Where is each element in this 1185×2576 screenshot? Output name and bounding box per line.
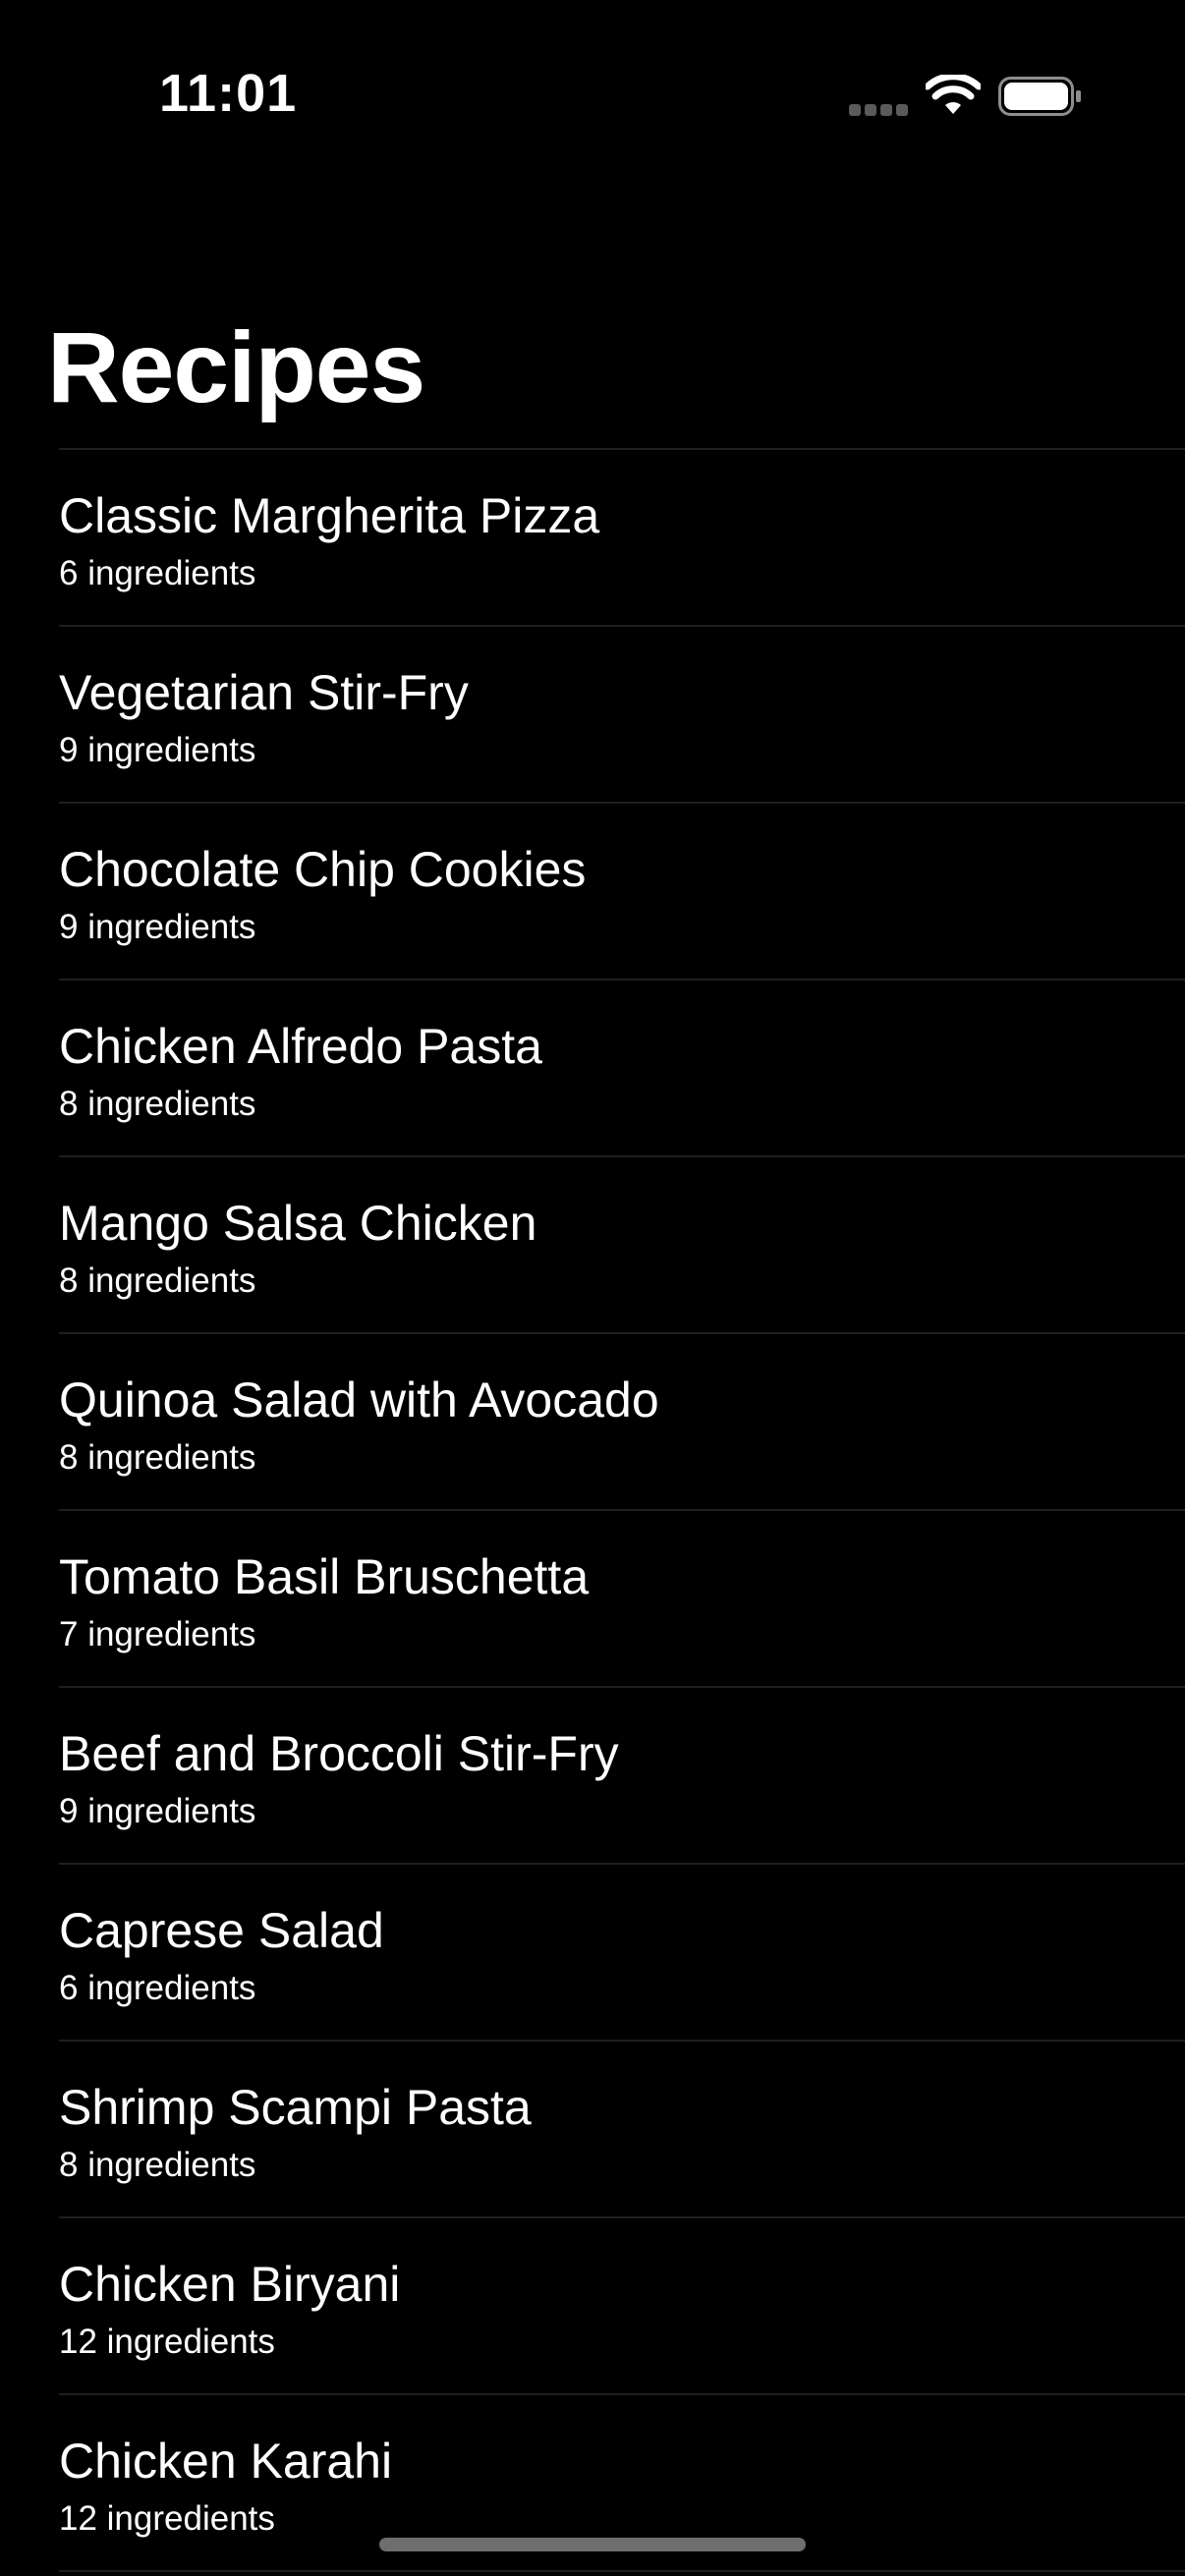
recipe-ingredient-count: 9 ingredients — [59, 731, 256, 769]
recipe-name: Shrimp Scampi Pasta — [59, 2080, 532, 2135]
page-title: Recipes — [47, 311, 425, 423]
recipe-ingredient-count: 12 ingredients — [59, 2499, 275, 2538]
recipe-row[interactable]: Chicken Biryani 12 ingredients — [59, 2218, 1185, 2395]
recipe-ingredient-count: 8 ingredients — [59, 1438, 256, 1477]
recipe-list: Classic Margherita Pizza 6 ingredients Veg… — [59, 448, 1185, 2572]
recipe-ingredient-count: 9 ingredients — [59, 908, 256, 946]
recipe-name: Chocolate Chip Cookies — [59, 842, 587, 897]
recipe-name: Beef and Broccoli Stir-Fry — [59, 1726, 619, 1781]
battery-icon — [998, 77, 1081, 116]
recipe-ingredient-count: 6 ingredients — [59, 1969, 256, 2007]
recipe-ingredient-count: 8 ingredients — [59, 2146, 256, 2184]
status-bar: 11:01 — [0, 0, 1185, 196]
recipe-row[interactable]: Caprese Salad 6 ingredients — [59, 1865, 1185, 2042]
recipe-ingredient-count: 6 ingredients — [59, 554, 256, 592]
recipe-name: Caprese Salad — [59, 1903, 384, 1958]
recipe-name: Tomato Basil Bruschetta — [59, 1549, 590, 1604]
recipe-name: Chicken Karahi — [59, 2434, 393, 2489]
recipe-name: Chicken Alfredo Pasta — [59, 1019, 542, 1074]
recipe-ingredient-count: 8 ingredients — [59, 1085, 256, 1123]
recipe-name: Vegetarian Stir-Fry — [59, 665, 469, 720]
status-time: 11:01 — [159, 64, 298, 123]
recipe-ingredient-count: 7 ingredients — [59, 1615, 256, 1653]
cellular-signal-icon — [849, 104, 908, 116]
recipe-ingredient-count: 8 ingredients — [59, 1261, 256, 1300]
recipe-row[interactable]: Chicken Alfredo Pasta 8 ingredients — [59, 980, 1185, 1157]
recipe-row[interactable]: Beef and Broccoli Stir-Fry 9 ingredients — [59, 1688, 1185, 1865]
recipe-name: Quinoa Salad with Avocado — [59, 1372, 659, 1428]
wifi-icon — [926, 75, 981, 114]
home-indicator[interactable] — [379, 2538, 806, 2551]
recipe-row[interactable]: Classic Margherita Pizza 6 ingredients — [59, 450, 1185, 627]
recipe-row[interactable]: Quinoa Salad with Avocado 8 ingredients — [59, 1334, 1185, 1511]
recipe-ingredient-count: 9 ingredients — [59, 1792, 256, 1830]
recipe-ingredient-count: 12 ingredients — [59, 2323, 275, 2361]
recipe-name: Chicken Biryani — [59, 2257, 401, 2312]
recipe-row[interactable]: Mango Salsa Chicken 8 ingredients — [59, 1157, 1185, 1334]
recipe-name: Mango Salsa Chicken — [59, 1196, 537, 1251]
recipe-name: Classic Margherita Pizza — [59, 488, 600, 543]
recipe-row[interactable]: Shrimp Scampi Pasta 8 ingredients — [59, 2042, 1185, 2218]
recipe-row[interactable]: Chocolate Chip Cookies 9 ingredients — [59, 804, 1185, 980]
recipe-row[interactable]: Vegetarian Stir-Fry 9 ingredients — [59, 627, 1185, 804]
recipe-row[interactable]: Tomato Basil Bruschetta 7 ingredients — [59, 1511, 1185, 1688]
